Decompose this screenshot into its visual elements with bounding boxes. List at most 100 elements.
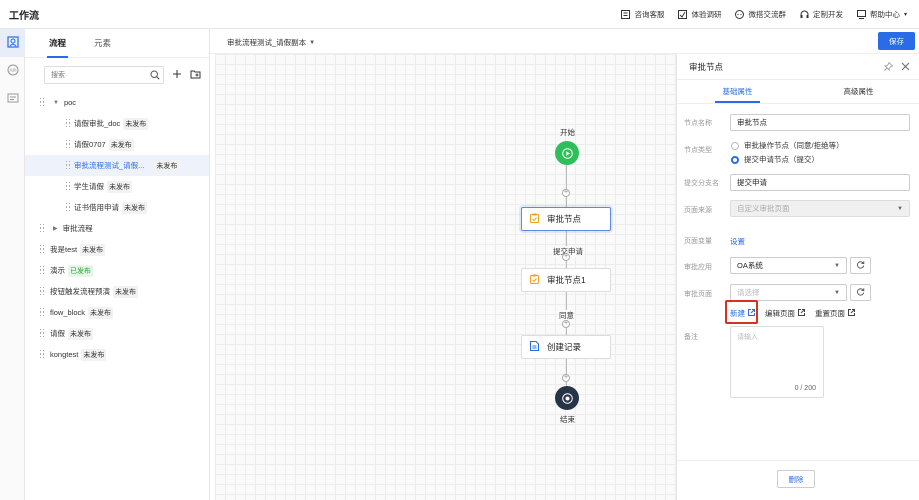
drag-handle-icon[interactable] <box>66 119 71 128</box>
drag-handle-icon[interactable] <box>66 203 71 212</box>
edit-page-link[interactable]: 编辑页面 <box>765 308 805 319</box>
pin-icon[interactable] <box>883 61 894 73</box>
add-node-icon[interactable]: + <box>562 189 570 197</box>
tree-item[interactable]: 证书借用申请 未发布 <box>25 197 209 218</box>
caret-down-icon[interactable]: ▼ <box>53 100 59 106</box>
add-node-icon[interactable]: + <box>562 374 570 382</box>
tree-folder-approval[interactable]: ▶ 审批流程 <box>25 218 209 239</box>
api-icon: API <box>7 64 19 78</box>
search-box <box>44 66 164 84</box>
tree-item[interactable]: kongtest 未发布 <box>25 344 209 365</box>
flow-canvas[interactable]: 开始 + 审批节点 提交申请 + 审批节点1 同意 + 创建记录 + 结束 <box>215 54 676 500</box>
submit-branch-input[interactable]: 提交申请 <box>730 174 910 191</box>
page-var-settings-link[interactable]: 设置 <box>730 236 745 247</box>
radio-checked[interactable] <box>731 155 739 164</box>
status-badge: 未发布 <box>108 138 134 151</box>
help-center-button[interactable]: 帮助中心 ▾ <box>856 9 907 20</box>
app-title: 工作流 <box>9 10 39 22</box>
tree-item[interactable]: 学生请假 未发布 <box>25 176 209 197</box>
drag-handle-icon[interactable] <box>66 182 71 191</box>
tab-advanced-properties[interactable]: 高级属性 <box>798 80 919 103</box>
node-type-radio-approval[interactable]: 审批操作节点（同意/拒绝等） <box>731 140 844 151</box>
end-node[interactable] <box>555 386 579 410</box>
delete-button[interactable]: 删除 <box>777 470 815 488</box>
tab-elements[interactable]: 元素 <box>94 29 111 58</box>
canvas-header: 审批流程测试_请假副本 ▼ 保存 <box>210 29 919 54</box>
rail-data-button[interactable] <box>0 85 25 113</box>
status-badge: 未发布 <box>113 285 138 298</box>
search-icon[interactable] <box>150 70 160 82</box>
flow-name-dropdown[interactable]: 审批流程测试_请假副本 ▼ <box>227 37 315 48</box>
refresh-page-button[interactable] <box>850 284 871 301</box>
status-badge: 未发布 <box>122 201 147 214</box>
headset-icon <box>800 10 809 19</box>
panel-title: 审批节点 <box>689 61 724 72</box>
page-source-select: 自定义审批页面 ▼ <box>730 200 910 217</box>
tree-item[interactable]: flow_block 未发布 <box>25 302 209 323</box>
panel-header: 审批节点 <box>677 54 919 80</box>
chat-box-icon <box>621 10 631 19</box>
rail-flow-button[interactable] <box>0 29 25 57</box>
tree-item[interactable]: 请假0707 未发布 <box>25 134 209 155</box>
consult-service-button[interactable]: 咨询客服 <box>621 9 664 20</box>
approval-app-label: 审批应用 <box>684 264 712 271</box>
approval-clipboard-icon <box>529 213 540 225</box>
tree-item[interactable]: 按钮触发流程预演 未发布 <box>25 281 209 302</box>
caret-right-icon[interactable]: ▶ <box>53 225 58 232</box>
approval-node[interactable]: 审批节点 <box>521 207 611 231</box>
survey-icon <box>678 10 688 19</box>
rail-api-button[interactable]: API <box>0 57 25 85</box>
tree-item[interactable]: 请假审批_doc 未发布 <box>25 113 209 134</box>
remark-textarea[interactable]: 请输入 0 / 200 <box>730 326 824 398</box>
tab-basic-properties[interactable]: 基础属性 <box>677 80 798 103</box>
approval-clipboard-icon <box>529 274 540 286</box>
node-name-input[interactable]: 审批节点 <box>730 114 910 131</box>
tree-folder-poc[interactable]: ▼ poc <box>25 92 209 113</box>
node-type-radio-submit[interactable]: 提交申请节点（提交） <box>731 154 819 165</box>
flow-tree: ▼ poc 请假审批_doc 未发布 请假0707 未发布 审批流程测试_请假.… <box>25 92 209 365</box>
approval-node-1[interactable]: 审批节点1 <box>521 268 611 292</box>
drag-handle-icon[interactable] <box>40 350 45 359</box>
external-link-icon <box>848 309 855 318</box>
user-card-icon <box>6 36 19 50</box>
approval-app-select[interactable]: OA系统 ▼ <box>730 257 847 274</box>
drag-handle-icon[interactable] <box>40 245 45 254</box>
caret-down-icon: ▼ <box>834 263 840 269</box>
node-name-label: 节点名称 <box>684 120 712 127</box>
approval-page-select[interactable]: 请选择 ▼ <box>730 284 847 301</box>
caret-down-icon: ▼ <box>897 206 903 212</box>
start-node[interactable] <box>555 141 579 165</box>
drag-handle-icon[interactable] <box>66 140 71 149</box>
radio-unchecked[interactable] <box>731 141 739 150</box>
refresh-app-button[interactable] <box>850 257 871 274</box>
tree-item[interactable]: 演示 已发布 <box>25 260 209 281</box>
drag-handle-icon[interactable] <box>40 329 45 338</box>
drag-handle-icon[interactable] <box>40 224 45 233</box>
drag-handle-icon[interactable] <box>40 308 45 317</box>
survey-button[interactable]: 体验调研 <box>678 9 721 20</box>
add-folder-icon[interactable] <box>190 69 201 81</box>
create-record-node[interactable]: 创建记录 <box>521 335 611 359</box>
add-node-icon[interactable]: + <box>562 320 570 328</box>
add-node-icon[interactable]: + <box>562 253 570 261</box>
wechat-group-button[interactable]: 微搭交流群 <box>735 9 786 20</box>
drag-handle-icon[interactable] <box>40 98 45 107</box>
drag-handle-icon[interactable] <box>40 266 45 275</box>
search-input[interactable] <box>45 67 145 83</box>
save-button[interactable]: 保存 <box>878 32 915 50</box>
tab-flow[interactable]: 流程 <box>46 29 69 58</box>
chevron-down-icon: ▾ <box>903 12 907 18</box>
caret-down-icon: ▼ <box>834 290 840 296</box>
tree-item-selected[interactable]: 审批流程测试_请假... 未发布 <box>25 155 209 176</box>
reset-page-link[interactable]: 重置页面 <box>815 308 855 319</box>
tree-item[interactable]: 请假 未发布 <box>25 323 209 344</box>
external-link-icon <box>798 309 805 318</box>
remark-label: 备注 <box>684 334 698 341</box>
add-icon[interactable] <box>172 69 182 81</box>
close-icon[interactable] <box>901 62 910 73</box>
drag-handle-icon[interactable] <box>66 161 71 170</box>
wechat-icon <box>735 10 745 19</box>
custom-dev-button[interactable]: 定制开发 <box>800 9 843 20</box>
tree-item[interactable]: 我是test 未发布 <box>25 239 209 260</box>
drag-handle-icon[interactable] <box>40 287 45 296</box>
